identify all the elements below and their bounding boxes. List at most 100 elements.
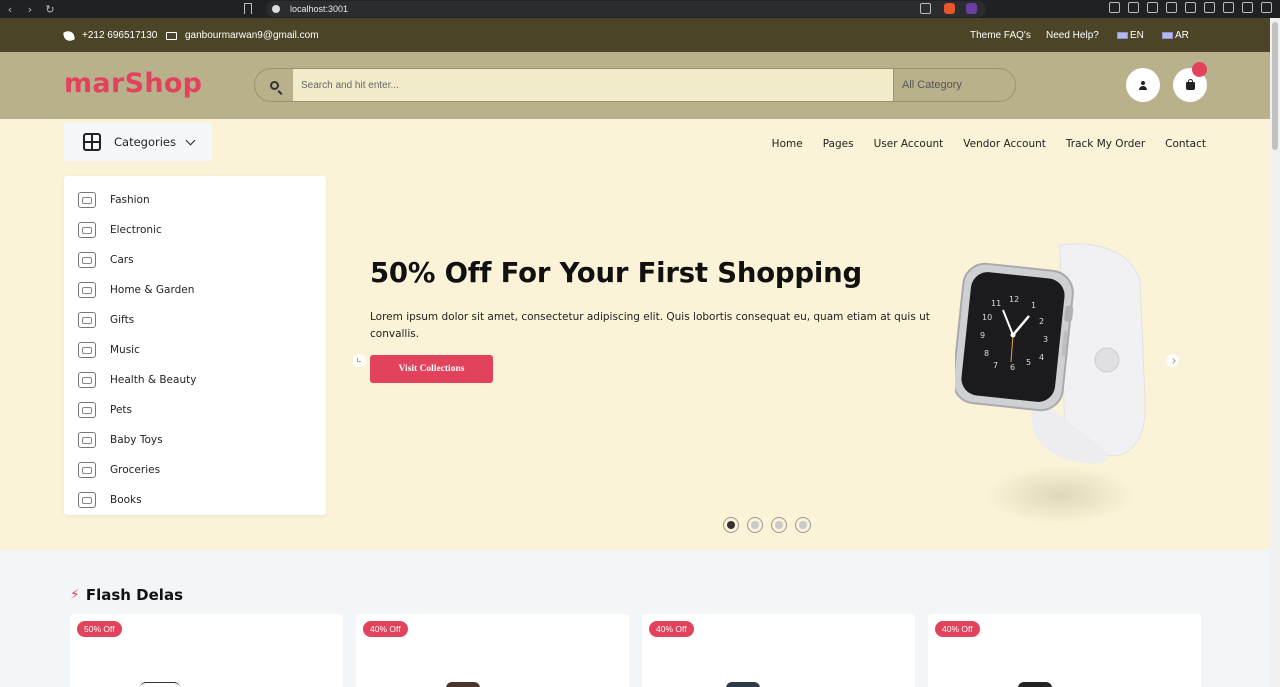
search-bar: All Category xyxy=(254,68,1016,102)
hero-title: 50% Off For Your First Shopping xyxy=(370,257,862,289)
car-icon xyxy=(78,252,96,268)
categories-button[interactable]: Categories xyxy=(64,123,212,161)
slider-dots xyxy=(723,517,811,533)
site-info-icon[interactable] xyxy=(272,5,280,13)
visit-collections-button[interactable]: Visit Collections xyxy=(370,355,493,383)
email-contact: ganbourmarwan9@gmail.com xyxy=(166,30,319,41)
product-card[interactable]: 40% Off xyxy=(356,614,629,687)
health-beauty-icon xyxy=(78,372,96,388)
forward-icon[interactable]: › xyxy=(20,3,40,16)
help-link[interactable]: Need Help? xyxy=(1046,30,1099,41)
category-item[interactable]: Baby Toys xyxy=(78,429,163,451)
menu-icon[interactable] xyxy=(1261,2,1272,13)
category-label: Health & Beauty xyxy=(110,374,197,386)
slider-next-button[interactable] xyxy=(1166,354,1179,367)
category-item[interactable]: Home & Garden xyxy=(78,279,194,301)
browser-extension-bar xyxy=(1109,2,1272,13)
product-card[interactable]: 40% Off xyxy=(928,614,1201,687)
category-item[interactable]: Gifts xyxy=(78,309,134,331)
logo[interactable]: marShop xyxy=(64,68,202,99)
svg-text:5: 5 xyxy=(1026,358,1031,367)
brave-shield-icon[interactable] xyxy=(944,3,955,14)
scroll-thumb[interactable] xyxy=(1272,22,1278,150)
discount-badge: 50% Off xyxy=(77,621,122,637)
category-label: Pets xyxy=(110,404,133,416)
vpn-icon[interactable] xyxy=(1223,2,1234,13)
help-link-label: Need Help? xyxy=(1046,30,1099,41)
svg-text:6: 6 xyxy=(1010,363,1015,372)
category-item[interactable]: Music xyxy=(78,339,140,361)
category-item[interactable]: Electronic xyxy=(78,219,162,241)
category-item[interactable]: Books xyxy=(78,489,142,511)
nav-link-vendor-account[interactable]: Vendor Account xyxy=(963,138,1046,150)
category-label: Books xyxy=(110,494,142,506)
user-account-button[interactable] xyxy=(1126,68,1160,102)
lightning-icon: ⚡ xyxy=(70,587,80,603)
nav-link-home[interactable]: Home xyxy=(772,138,803,150)
bookmark-icon[interactable] xyxy=(244,3,252,14)
email-address: ganbourmarwan9@gmail.com xyxy=(185,30,319,41)
category-label: Home & Garden xyxy=(110,284,195,296)
user-icon xyxy=(1139,80,1147,90)
nav-link-user-account[interactable]: User Account xyxy=(874,138,944,150)
sidebar-toggle-icon[interactable] xyxy=(1185,2,1196,13)
groceries-icon xyxy=(78,462,96,478)
page-scrollbar[interactable] xyxy=(1270,18,1280,687)
discount-badge: 40% Off xyxy=(935,621,980,637)
slider-dot[interactable] xyxy=(723,517,739,533)
svg-text:10: 10 xyxy=(982,313,992,322)
slider-dot[interactable] xyxy=(771,517,787,533)
url-text: localhost:3001 xyxy=(290,4,349,14)
phone-icon xyxy=(62,29,76,42)
flash-deals-heading: ⚡ Flash Delas xyxy=(70,586,183,604)
search-input[interactable] xyxy=(293,69,893,101)
category-item[interactable]: Groceries xyxy=(78,459,160,481)
category-item[interactable]: Health & Beauty xyxy=(78,369,196,391)
lang-ar-label: AR xyxy=(1175,30,1189,41)
leo-icon[interactable] xyxy=(1109,2,1120,13)
svg-text:3: 3 xyxy=(1043,335,1048,344)
category-label: Baby Toys xyxy=(110,434,163,446)
svg-text:12: 12 xyxy=(1009,295,1019,304)
home-garden-icon xyxy=(78,282,96,298)
grid-icon xyxy=(83,133,101,151)
address-bar[interactable]: localhost:3001 xyxy=(266,1,986,17)
flag-ar-icon xyxy=(1162,32,1173,39)
extensions-icon[interactable] xyxy=(1128,2,1139,13)
product-card[interactable]: 50% Off xyxy=(70,614,343,687)
category-select[interactable]: All Category xyxy=(893,69,1015,101)
slider-prev-button[interactable] xyxy=(353,354,366,367)
mail-icon xyxy=(166,31,177,40)
share-icon[interactable] xyxy=(920,3,931,14)
reload-icon[interactable]: ↻ xyxy=(40,3,60,16)
back-icon[interactable]: ‹ xyxy=(0,3,20,16)
wallet-icon[interactable] xyxy=(1204,2,1215,13)
top-info-bar: +212 696517130 ganbourmarwan9@gmail.com … xyxy=(0,18,1270,52)
product-image xyxy=(726,682,760,687)
cart-badge xyxy=(1192,62,1207,77)
nav-link-contact[interactable]: Contact xyxy=(1165,138,1206,150)
nav-link-pages[interactable]: Pages xyxy=(823,138,854,150)
slider-dot[interactable] xyxy=(747,517,763,533)
media-icon[interactable] xyxy=(1147,2,1158,13)
category-item[interactable]: Fashion xyxy=(78,189,150,211)
faq-link[interactable]: Theme FAQ's xyxy=(970,30,1031,41)
brave-rewards-icon[interactable] xyxy=(966,3,977,14)
slider-dot[interactable] xyxy=(795,517,811,533)
lang-ar-button[interactable]: AR xyxy=(1162,30,1189,41)
baby-toys-icon xyxy=(78,432,96,448)
discount-badge: 40% Off xyxy=(363,621,408,637)
faq-link-label: Theme FAQ's xyxy=(970,30,1031,41)
search-icon[interactable] xyxy=(255,69,293,101)
nav-link-track-order[interactable]: Track My Order xyxy=(1066,138,1145,150)
phone-contact: +212 696517130 xyxy=(62,29,157,42)
lang-en-button[interactable]: EN xyxy=(1117,30,1144,41)
pet-icon xyxy=(78,402,96,418)
category-item[interactable]: Cars xyxy=(78,249,134,271)
electronic-icon xyxy=(78,222,96,238)
svg-text:11: 11 xyxy=(991,299,1001,308)
product-card[interactable]: 40% Off xyxy=(642,614,915,687)
category-item[interactable]: Pets xyxy=(78,399,132,421)
shield-icon[interactable] xyxy=(1242,2,1253,13)
downloads-icon[interactable] xyxy=(1166,2,1177,13)
